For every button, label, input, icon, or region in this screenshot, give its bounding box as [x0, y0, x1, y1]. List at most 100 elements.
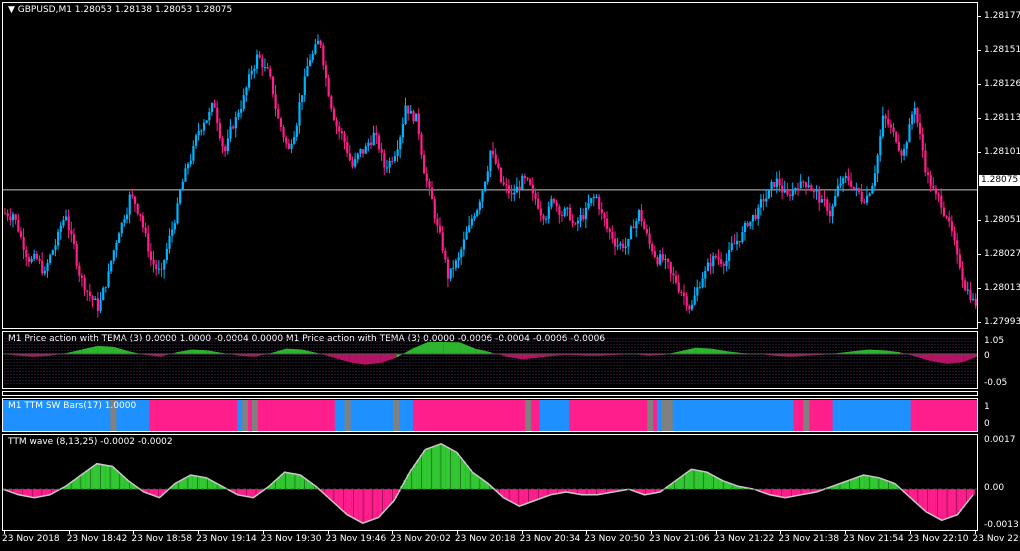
candle-body [537, 198, 540, 209]
candle-body [706, 262, 710, 271]
candle-body [640, 210, 643, 222]
candle-body [751, 214, 755, 222]
candle-body [17, 219, 20, 232]
ttm-sw-gray-bar [666, 400, 673, 431]
candle-body [693, 295, 696, 305]
candle-body [873, 173, 877, 186]
tema-axis-label: -0.05 [984, 378, 1008, 388]
candle-body [449, 268, 452, 279]
candle-body [799, 181, 802, 189]
candle-body [762, 199, 765, 202]
candle-body [139, 213, 142, 216]
candle-body [614, 238, 617, 247]
candle-body [571, 220, 574, 224]
candle-body [521, 176, 524, 190]
candle-body [566, 207, 569, 209]
candle-body [945, 216, 948, 218]
time-tick-label: 23 Nov 21:22 [713, 534, 775, 544]
ttm-sw-segment [412, 400, 541, 431]
candle-body [956, 240, 959, 255]
time-tick-label: 23 Nov 19:30 [260, 534, 322, 544]
candle-body [362, 149, 365, 154]
candle-body [409, 111, 412, 114]
candle-body [208, 111, 211, 121]
candle-body [194, 135, 198, 146]
candle-body [804, 182, 808, 188]
candle-body [550, 198, 553, 207]
candle-body [717, 257, 720, 260]
candle-body [473, 216, 476, 219]
candle-body [669, 262, 672, 274]
candle-body [913, 108, 916, 115]
candle-body [887, 118, 890, 125]
empty-indicator-pane[interactable] [2, 391, 978, 396]
candle-body [629, 226, 633, 239]
candle-body [783, 189, 786, 193]
price-tick-mark [978, 152, 981, 153]
candle-body [736, 240, 739, 245]
tema-histogram-segment [113, 346, 129, 354]
candle-body [388, 160, 391, 168]
candle-body [43, 270, 46, 274]
ttm-sw-segment [656, 400, 795, 431]
candle-body [539, 208, 542, 216]
tema-histogram-segment [538, 354, 554, 358]
candle-body [420, 134, 423, 155]
tema-histogram-segment [302, 349, 318, 354]
candle-body [855, 188, 858, 190]
tema-histogram-segment [853, 349, 869, 354]
candle-body [205, 120, 208, 123]
candle-body [115, 242, 118, 251]
ttm-sw-segment [149, 400, 238, 431]
candle-body [879, 136, 882, 156]
candle-body [494, 154, 497, 164]
candle-body [298, 102, 301, 126]
candle-body [743, 223, 747, 233]
candle-body [340, 131, 344, 134]
candle-body [624, 246, 627, 249]
candle-body [645, 229, 649, 234]
candle-body [818, 190, 821, 203]
candle-body [587, 203, 590, 208]
main-chart-pane[interactable]: ▼ GBPUSD,M1 1.28053 1.28138 1.28053 1.28… [2, 2, 978, 329]
ttm-wave-axis-label: -0.0013 [984, 520, 1019, 530]
candle-body [110, 260, 113, 272]
candle-body [59, 225, 62, 232]
candle-body [171, 229, 174, 236]
candle-body [234, 116, 237, 129]
ttm-wave-axis: 0.0017 0.00 -0.0013 [978, 434, 1020, 531]
candle-body [375, 132, 378, 136]
price-tick-mark [978, 254, 981, 255]
candle-body [327, 77, 330, 97]
candle-body [462, 239, 466, 250]
candle-body [558, 206, 561, 215]
ttm-sw-bars-pane[interactable]: M1 TTM SW Bars(17) 1.0000 [2, 398, 978, 432]
candle-body [319, 40, 322, 46]
candle-body [489, 150, 492, 172]
candle-body [46, 262, 49, 271]
ttm-sw-gray-bar [525, 400, 532, 431]
candle-body [112, 250, 115, 261]
candle-body [773, 181, 776, 187]
candle-body [704, 270, 707, 279]
candle-body [553, 198, 556, 203]
candle-body [688, 305, 691, 310]
candle-body [346, 141, 349, 154]
candle-body [834, 196, 837, 207]
candle-body [486, 171, 489, 182]
candle-body [441, 232, 444, 251]
candle-body [181, 181, 184, 191]
price-tick-label: 1.28051 [984, 215, 1020, 225]
candle-body [696, 287, 699, 296]
ttm-wave-pane[interactable]: TTM wave (8,13,25) -0.0002 -0.0002 [2, 434, 978, 531]
tema-indicator-pane[interactable]: M1 Price action with TEMA (3) 0.0000 1.0… [2, 331, 978, 389]
candle-body [49, 254, 52, 263]
candle-body [380, 149, 383, 153]
tema-histogram-segment [868, 349, 885, 354]
candle-body [555, 202, 558, 207]
candle-body [306, 66, 309, 77]
time-tick-label: 23 Nov 20:02 [390, 534, 451, 544]
candle-body [653, 251, 656, 258]
time-tick-label: 23 Nov 21:38 [778, 534, 840, 544]
candle-body [255, 54, 259, 69]
